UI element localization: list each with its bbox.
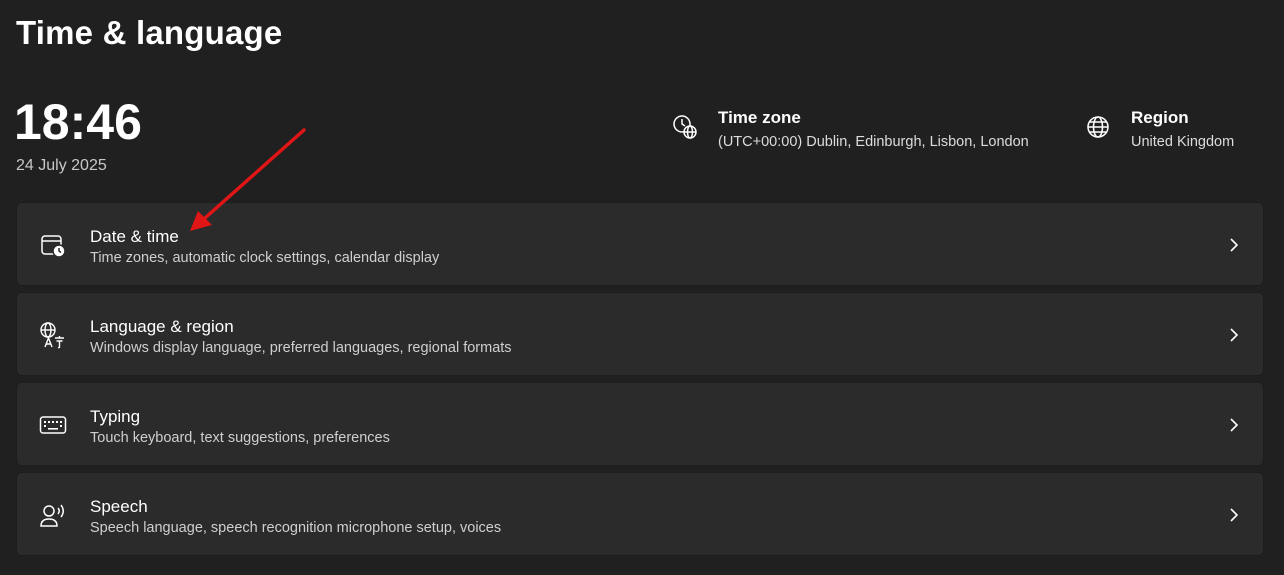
date-time-card[interactable]: Date & time Time zones, automatic clock … [16, 202, 1264, 286]
chevron-right-icon [1230, 238, 1239, 252]
globe-icon [1087, 116, 1109, 138]
chevron-right-icon [1230, 508, 1239, 522]
typing-title: Typing [90, 407, 141, 426]
calendar-clock-icon [41, 235, 66, 258]
region-title: Region [1131, 108, 1189, 127]
speech-description: Speech language, speech recognition micr… [90, 520, 502, 536]
settings-page: Time & language 18:46 24 July 2025 Time … [0, 0, 1284, 575]
speech-card[interactable]: Speech Speech language, speech recogniti… [16, 472, 1264, 556]
region-value: United Kingdom [1131, 134, 1235, 150]
page-title: Time & language [16, 14, 283, 51]
date-time-description: Time zones, automatic clock settings, ca… [90, 250, 440, 266]
current-time: 18:46 [14, 94, 142, 150]
region-summary: Region United Kingdom [1085, 108, 1234, 151]
language-region-card[interactable]: Language & region Windows display langua… [16, 292, 1264, 376]
chevron-right-icon [1230, 418, 1239, 432]
time-zone-value: (UTC+00:00) Dublin, Edinburgh, Lisbon, L… [718, 134, 1029, 150]
speech-icon [40, 504, 64, 527]
time-zone-globe-clock-icon [673, 115, 697, 139]
time-zone-summary: Time zone (UTC+00:00) Dublin, Edinburgh,… [672, 108, 1029, 151]
language-icon [40, 322, 64, 349]
current-date: 24 July 2025 [16, 157, 107, 174]
settings-list: Date & time Time zones, automatic clock … [16, 202, 1264, 562]
typing-card[interactable]: Typing Touch keyboard, text suggestions,… [16, 382, 1264, 466]
language-region-title: Language & region [90, 317, 234, 336]
speech-title: Speech [90, 497, 148, 516]
keyboard-icon [39, 416, 67, 434]
typing-description: Touch keyboard, text suggestions, prefer… [90, 430, 390, 446]
time-zone-title: Time zone [718, 108, 801, 127]
language-region-description: Windows display language, preferred lang… [90, 340, 512, 356]
date-time-title: Date & time [90, 227, 179, 246]
chevron-right-icon [1230, 328, 1239, 342]
